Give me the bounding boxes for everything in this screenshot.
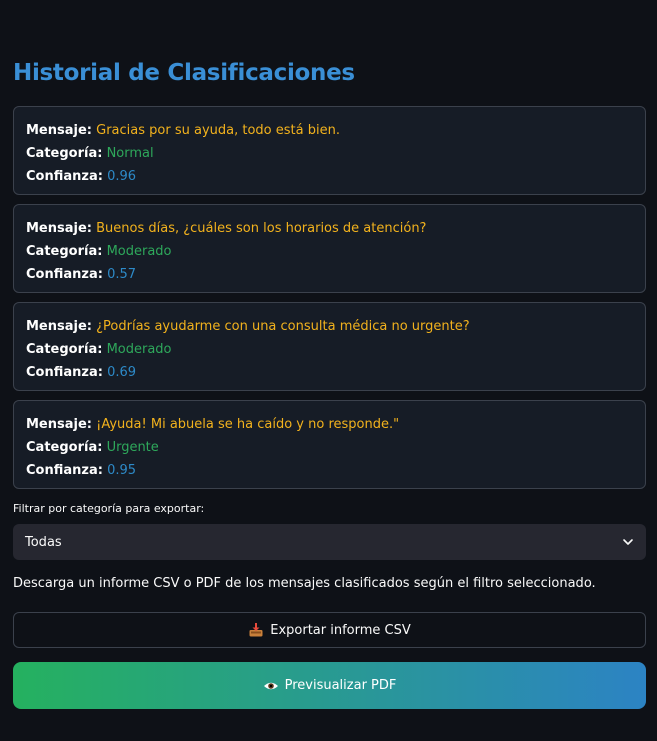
category-value: Moderado	[106, 342, 172, 357]
confidence-value: 0.57	[107, 267, 137, 282]
export-csv-button[interactable]: Exportar informe CSV	[13, 612, 646, 648]
confidence-label: Confianza:	[26, 267, 103, 282]
category-row: Categoría: Normal	[26, 142, 633, 165]
confidence-label: Confianza:	[26, 365, 103, 380]
history-card: Mensaje: ¡Ayuda! Mi abuela se ha caído y…	[13, 400, 646, 489]
history-list: Mensaje: Gracias por su ayuda, todo está…	[13, 106, 646, 498]
category-label: Categoría:	[26, 440, 103, 455]
history-card: Mensaje: ¿Podrías ayudarme con una consu…	[13, 302, 646, 391]
filter-selected-value: Todas	[25, 534, 62, 550]
history-card: Mensaje: Buenos días, ¿cuáles son los ho…	[13, 204, 646, 293]
export-description: Descarga un informe CSV o PDF de los men…	[13, 576, 596, 591]
category-row: Categoría: Urgente	[26, 436, 633, 459]
preview-pdf-button[interactable]: Previsualizar PDF	[13, 662, 646, 709]
message-label: Mensaje:	[26, 417, 92, 432]
message-row: Mensaje: ¿Podrías ayudarme con una consu…	[26, 315, 633, 338]
category-value: Normal	[106, 146, 154, 161]
history-card: Mensaje: Gracias por su ayuda, todo está…	[13, 106, 646, 195]
export-csv-label: Exportar informe CSV	[270, 622, 411, 638]
message-value: Gracias por su ayuda, todo está bien.	[96, 123, 340, 138]
category-label: Categoría:	[26, 146, 103, 161]
category-row: Categoría: Moderado	[26, 338, 633, 361]
category-label: Categoría:	[26, 342, 103, 357]
confidence-label: Confianza:	[26, 169, 103, 184]
message-label: Mensaje:	[26, 319, 92, 334]
eye-icon	[263, 678, 279, 694]
chevron-down-icon	[622, 536, 634, 548]
app-page: Historial de Clasificaciones Mensaje: Gr…	[0, 0, 657, 741]
category-value: Moderado	[106, 244, 172, 259]
message-value: ¡Ayuda! Mi abuela se ha caído y no respo…	[96, 417, 400, 432]
message-row: Mensaje: ¡Ayuda! Mi abuela se ha caído y…	[26, 413, 633, 436]
preview-pdf-label: Previsualizar PDF	[284, 678, 397, 693]
confidence-row: Confianza: 0.57	[26, 263, 633, 286]
filter-label: Filtrar por categoría para exportar:	[13, 502, 205, 515]
category-filter-select[interactable]: Todas	[13, 524, 646, 560]
confidence-label: Confianza:	[26, 463, 103, 478]
inbox-tray-icon	[248, 622, 264, 638]
message-value: ¿Podrías ayudarme con una consulta médic…	[96, 319, 470, 334]
message-label: Mensaje:	[26, 123, 92, 138]
confidence-row: Confianza: 0.95	[26, 459, 633, 482]
message-row: Mensaje: Buenos días, ¿cuáles son los ho…	[26, 217, 633, 240]
confidence-row: Confianza: 0.96	[26, 165, 633, 188]
confidence-value: 0.95	[107, 463, 137, 478]
message-label: Mensaje:	[26, 221, 92, 236]
message-row: Mensaje: Gracias por su ayuda, todo está…	[26, 119, 633, 142]
category-label: Categoría:	[26, 244, 103, 259]
message-value: Buenos días, ¿cuáles son los horarios de…	[96, 221, 427, 236]
category-row: Categoría: Moderado	[26, 240, 633, 263]
confidence-value: 0.96	[107, 169, 137, 184]
page-title: Historial de Clasificaciones	[13, 60, 355, 86]
confidence-value: 0.69	[107, 365, 137, 380]
confidence-row: Confianza: 0.69	[26, 361, 633, 384]
category-value: Urgente	[106, 440, 159, 455]
